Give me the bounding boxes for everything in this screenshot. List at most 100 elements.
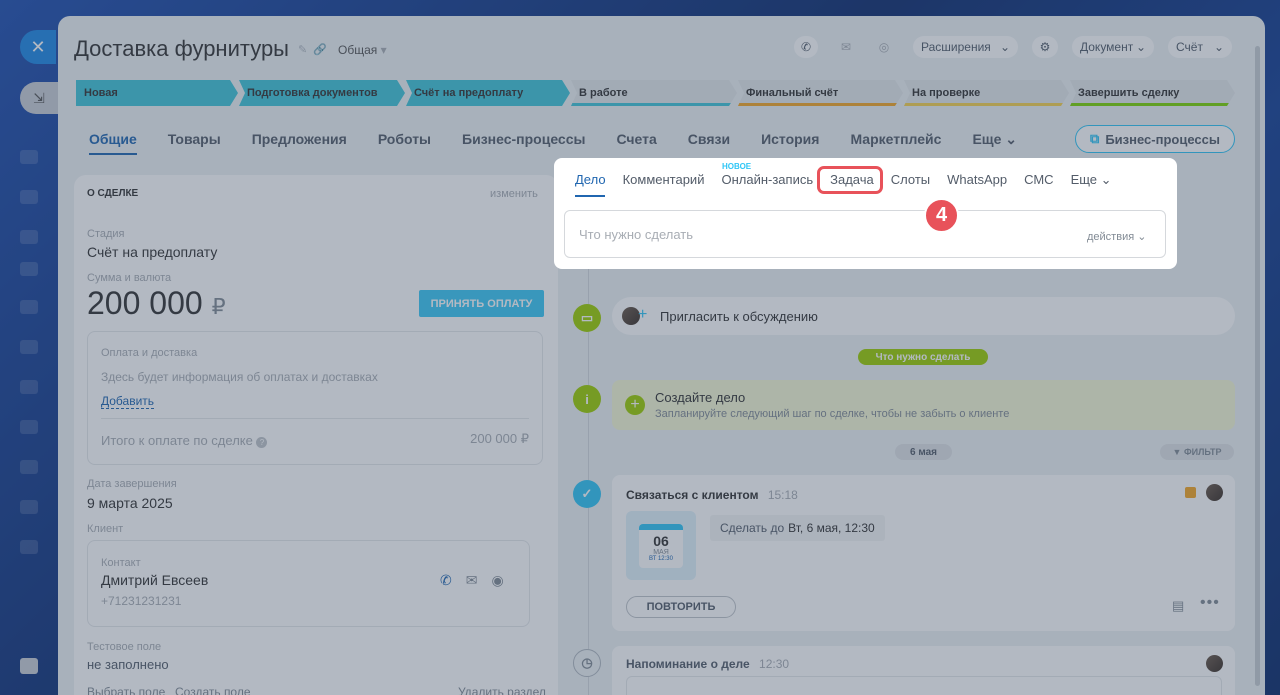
deadline-chip[interactable]: Сделать до Вт, 6 мая, 12:30: [710, 515, 885, 541]
edit-link[interactable]: изменить: [490, 188, 538, 200]
stage-7[interactable]: Завершить сделку: [1070, 80, 1235, 106]
tab-offers[interactable]: Предложения: [252, 131, 347, 155]
invite-discussion-bar[interactable]: + Пригласить к обсуждению: [612, 297, 1235, 335]
phone-icon[interactable]: ✆: [440, 572, 452, 589]
invite-label: Пригласить к обсуждению: [660, 309, 818, 324]
tab-links[interactable]: Связи: [688, 131, 730, 155]
menu-icon[interactable]: [20, 230, 38, 244]
deal-title: Доставка фурнитуры: [74, 36, 289, 61]
document-label: Документ: [1080, 40, 1134, 54]
delete-section-link[interactable]: Удалить раздел: [458, 685, 546, 695]
actions-dropdown[interactable]: действия ⌄: [1087, 230, 1146, 243]
menu-icon[interactable]: [20, 380, 38, 394]
contact-label: Контакт: [101, 557, 141, 569]
chevron-down-icon: ⌄: [1137, 231, 1147, 243]
sum-label: Сумма и валюта: [87, 272, 172, 284]
business-processes-button[interactable]: ⧉ Бизнес-процессы: [1075, 125, 1235, 153]
task-title[interactable]: Связаться с клиентом 15:18: [626, 488, 798, 502]
more-icon[interactable]: •••: [1200, 594, 1220, 612]
menu-icon[interactable]: [20, 300, 38, 314]
tab-activity[interactable]: Дело: [575, 172, 606, 188]
tab-whatsapp[interactable]: WhatsApp: [947, 172, 1007, 188]
tab-general[interactable]: Общие: [89, 131, 137, 155]
calendar-month: МАЯ: [653, 549, 669, 556]
create-task-subtitle: Запланируйте следующий шаг по сделке, чт…: [655, 408, 1010, 420]
accept-payment-button[interactable]: ПРИНЯТЬ ОПЛАТУ: [419, 290, 544, 317]
todo-input[interactable]: Что нужно сделать действия ⌄: [564, 210, 1166, 258]
email-button[interactable]: ✉: [834, 36, 858, 58]
tab-slots[interactable]: Слоты: [891, 172, 930, 188]
scrollbar[interactable]: [1255, 46, 1260, 686]
reminder-title-text: Напоминание о деле: [626, 657, 750, 671]
mail-icon[interactable]: ✉: [466, 572, 478, 589]
tab-more[interactable]: Еще ⌄: [1071, 172, 1112, 188]
printer-icon[interactable]: [20, 658, 38, 674]
document-button[interactable]: Документ ⌄: [1072, 36, 1154, 58]
tab-history[interactable]: История: [761, 131, 819, 155]
chat-button[interactable]: ◎: [872, 36, 896, 58]
tab-marketplace[interactable]: Маркетплейс: [850, 131, 941, 155]
call-button[interactable]: ✆: [794, 36, 818, 58]
stage-1[interactable]: Новая: [76, 80, 238, 106]
filter-label: ФИЛЬТР: [1183, 447, 1222, 457]
new-badge: НОВОЕ: [722, 162, 752, 171]
menu-icon[interactable]: [20, 540, 38, 554]
stage-2[interactable]: Подготовка документов: [239, 80, 405, 106]
menu-icon[interactable]: [20, 190, 38, 204]
minimize-slider-button[interactable]: ⇲: [20, 82, 58, 114]
category-select[interactable]: Общая ▾: [338, 43, 387, 57]
help-icon[interactable]: ?: [256, 437, 268, 448]
select-field-link[interactable]: Выбрать поле: [87, 685, 165, 695]
gear-icon: ⚙: [1039, 40, 1051, 54]
deadline-prefix: Сделать до: [720, 521, 785, 535]
priority-flag[interactable]: [1185, 487, 1196, 498]
settings-button[interactable]: ⚙: [1032, 36, 1058, 58]
deal-tabs: Общие Товары Предложения Роботы Бизнес-п…: [89, 131, 1017, 155]
calendar-icon: 06 МАЯ ВТ 12:30: [626, 511, 696, 580]
repeat-button[interactable]: ПОВТОРИТЬ: [626, 596, 736, 618]
tab-comment[interactable]: Комментарий: [623, 172, 705, 188]
menu-icon[interactable]: [20, 500, 38, 514]
menu-icon[interactable]: [20, 420, 38, 434]
task-title-text: Связаться с клиентом: [626, 488, 759, 502]
menu-icon[interactable]: [20, 460, 38, 474]
create-field-link[interactable]: Создать поле: [175, 685, 251, 695]
menu-icon[interactable]: [20, 150, 38, 164]
menu-icon[interactable]: [20, 340, 38, 354]
calendar-day: 06: [653, 533, 669, 549]
chat-icon: ◎: [878, 40, 890, 54]
deal-info-panel: О СДЕЛКЕ изменить Стадия Счёт на предопл…: [74, 175, 558, 695]
tab-invoices[interactable]: Счета: [616, 131, 656, 155]
tab-online-booking[interactable]: Онлайн-запись: [721, 172, 813, 188]
stage-5[interactable]: Финальный счёт: [738, 80, 903, 106]
stage-4[interactable]: В работе: [571, 80, 737, 106]
tab-more[interactable]: Еще ⌄: [972, 131, 1017, 155]
tab-business-processes[interactable]: Бизнес-процессы: [462, 131, 585, 155]
add-payment-link[interactable]: Добавить: [101, 394, 155, 409]
close-slider-button[interactable]: ✕: [20, 30, 56, 64]
stage-3[interactable]: Счёт на предоплату: [406, 80, 570, 106]
chevron-down-icon: ⌄: [1135, 40, 1146, 54]
link-icon[interactable]: 🔗: [313, 43, 327, 56]
tab-robots[interactable]: Роботы: [378, 131, 431, 155]
date-pill: 6 мая: [895, 444, 952, 460]
tab-sms[interactable]: СМС: [1024, 172, 1053, 188]
divider: [101, 418, 529, 419]
tab-products[interactable]: Товары: [168, 131, 221, 155]
note-icon[interactable]: ▤: [1172, 598, 1184, 614]
contact-name[interactable]: Дмитрий Евсеев: [101, 572, 208, 588]
reminder-time: 12:30: [759, 657, 790, 671]
chat-icon[interactable]: ◉: [491, 572, 503, 589]
contact-phone[interactable]: +71231231231: [101, 594, 181, 608]
create-task-prompt[interactable]: + Создайте дело Запланируйте следующий ш…: [612, 380, 1235, 430]
filter-button[interactable]: ▼ ФИЛЬТР: [1160, 444, 1234, 460]
step-number-badge: 4: [924, 198, 959, 233]
create-task-title: Создайте дело: [655, 390, 746, 405]
stage-6[interactable]: На проверке: [904, 80, 1069, 106]
extensions-button[interactable]: Расширения ⌄: [913, 36, 1018, 58]
menu-icon[interactable]: [20, 262, 38, 276]
pencil-icon[interactable]: ✎: [298, 43, 307, 56]
close-date-label: Дата завершения: [87, 478, 177, 490]
payment-delivery-box: Оплата и доставка Здесь будет информация…: [87, 331, 543, 465]
invoice-button[interactable]: Счёт ⌄: [1168, 36, 1232, 58]
